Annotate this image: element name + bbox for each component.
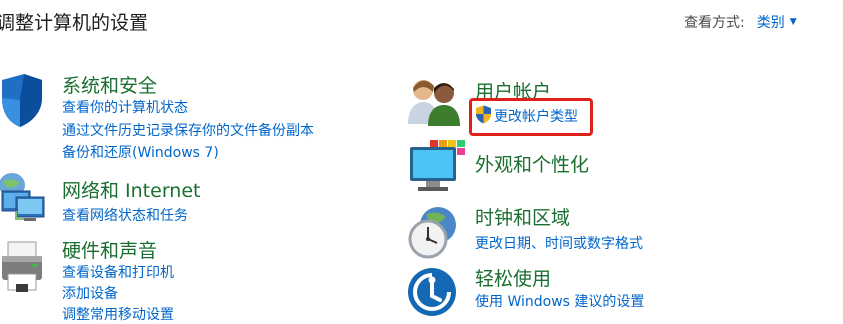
category-network: 网络和 Internet 查看网络状态和任务	[0, 173, 330, 225]
clock-globe-icon[interactable]	[406, 205, 462, 259]
link-view-computer-status[interactable]: 查看你的计算机状态	[62, 97, 188, 117]
link-network-status-tasks[interactable]: 查看网络状态和任务	[62, 205, 188, 225]
link-mobility-settings[interactable]: 调整常用移动设置	[62, 304, 174, 324]
category-title-hardware[interactable]: 硬件和声音	[62, 236, 157, 263]
page-title: 调整计算机的设置	[0, 12, 149, 34]
view-by-label: 查看方式:	[684, 15, 745, 31]
category-title-ease-of-access[interactable]: 轻松使用	[475, 264, 551, 291]
category-title-network[interactable]: 网络和 Internet	[62, 176, 200, 203]
category-title-appearance[interactable]: 外观和个性化	[475, 150, 589, 177]
category-hardware: 硬件和声音 查看设备和打印机 添加设备 调整常用移动设置	[0, 236, 330, 323]
link-devices-printers[interactable]: 查看设备和打印机	[62, 262, 174, 282]
category-ease-of-access: 轻松使用 使用 Windows 建议的设置	[406, 264, 686, 316]
view-by-dropdown[interactable]: 类别	[757, 12, 785, 32]
shield-icon[interactable]	[0, 72, 46, 128]
link-change-date-time-format[interactable]: 更改日期、时间或数字格式	[475, 233, 643, 253]
network-computers-icon[interactable]	[0, 173, 48, 225]
link-add-device[interactable]: 添加设备	[62, 283, 118, 303]
category-clock-region: 时钟和区域 更改日期、时间或数字格式	[406, 203, 686, 259]
monitor-colors-icon[interactable]	[408, 139, 466, 195]
view-by: 查看方式: 类别 ▼	[684, 12, 797, 32]
link-windows-recommended-settings[interactable]: 使用 Windows 建议的设置	[475, 291, 644, 311]
highlight-box	[469, 98, 593, 136]
users-icon[interactable]	[406, 74, 462, 126]
link-file-history-backup[interactable]: 通过文件历史记录保存你的文件备份副本	[62, 120, 314, 140]
category-system-security: 系统和安全 查看你的计算机状态 通过文件历史记录保存你的文件备份副本 备份和还原…	[0, 70, 330, 162]
category-title-clock-region[interactable]: 时钟和区域	[475, 203, 570, 230]
chevron-down-icon[interactable]: ▼	[790, 17, 797, 27]
category-appearance: 外观和个性化	[406, 139, 666, 195]
printer-icon[interactable]	[0, 240, 48, 296]
ease-of-access-icon[interactable]	[406, 266, 458, 318]
link-backup-restore[interactable]: 备份和还原(Windows 7)	[62, 142, 219, 162]
category-title-system-security[interactable]: 系统和安全	[62, 71, 157, 98]
